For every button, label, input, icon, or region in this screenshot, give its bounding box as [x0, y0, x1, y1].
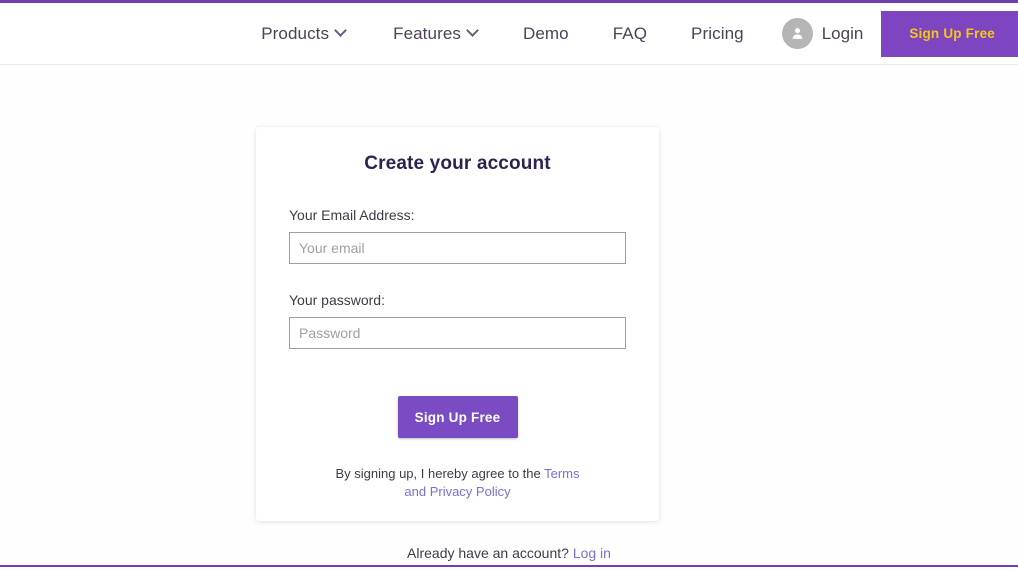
email-input[interactable]: [289, 232, 626, 264]
password-field-label: Your password:: [289, 292, 385, 308]
nav-item-label: Demo: [522, 23, 569, 43]
chevron-down-icon: [334, 24, 347, 37]
nav-item-pricing[interactable]: Pricing: [669, 24, 766, 44]
email-field-group: Your Email Address:: [289, 207, 626, 264]
chevron-down-icon: [466, 24, 479, 37]
main-navbar: Products Features Demo FAQ Pricing Login: [0, 3, 1018, 65]
password-field-group: Your password:: [289, 292, 626, 349]
page-title: Create your account: [364, 153, 551, 174]
login-link[interactable]: Login: [766, 18, 882, 49]
signup-submit-button[interactable]: Sign Up Free: [397, 396, 518, 438]
existing-account-prompt: Already have an account? Log in: [0, 545, 1018, 561]
bottom-accent-bar: [0, 565, 1018, 567]
signup-card: Create your account Your Email Address: …: [256, 127, 659, 521]
page-content: Create your account Your Email Address: …: [0, 66, 1018, 570]
user-avatar-icon: [781, 18, 813, 49]
nav-item-features[interactable]: Features: [369, 24, 501, 44]
nav-item-label: Products: [261, 23, 330, 43]
nav-item-label: FAQ: [612, 23, 648, 43]
signup-form: Your Email Address: Your password: Sign …: [256, 207, 659, 501]
nav-links: Products Features Demo FAQ Pricing Login: [237, 3, 1018, 64]
nav-item-label: Pricing: [691, 23, 744, 43]
existing-account-text: Already have an account?: [407, 545, 573, 561]
email-field-label: Your Email Address:: [289, 207, 415, 223]
password-input[interactable]: [289, 317, 626, 349]
nav-item-products[interactable]: Products: [237, 24, 369, 44]
login-text-link[interactable]: Log in: [573, 545, 611, 561]
nav-item-faq[interactable]: FAQ: [591, 24, 669, 44]
login-label: Login: [821, 23, 864, 43]
navbar-signup-button[interactable]: Sign Up Free: [881, 10, 1018, 57]
terms-prefix-text: By signing up, I hereby agree to the: [335, 466, 545, 481]
terms-notice: By signing up, I hereby agree to the Ter…: [289, 465, 626, 501]
nav-item-label: Features: [393, 23, 461, 43]
submit-button-wrapper: Sign Up Free: [289, 396, 626, 438]
nav-item-demo[interactable]: Demo: [501, 24, 591, 44]
